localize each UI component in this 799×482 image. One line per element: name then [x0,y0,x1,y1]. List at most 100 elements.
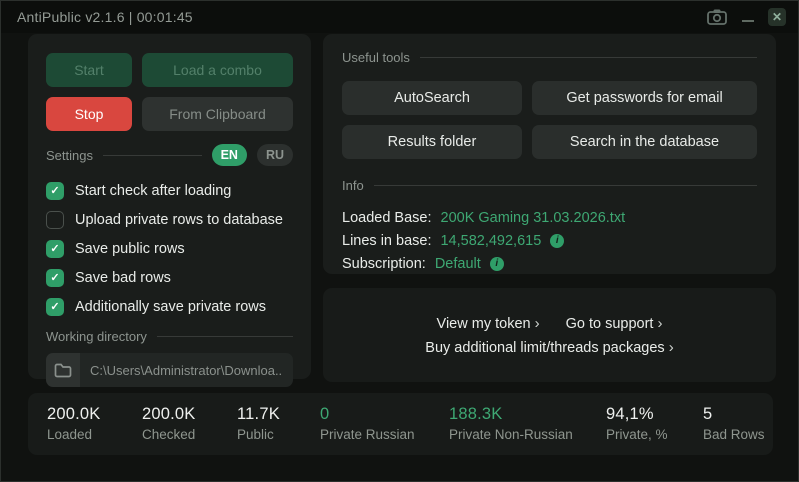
stat-label: Checked [142,427,196,442]
stats-bar: 200.0K Loaded 200.0K Checked 11.7K Publi… [28,393,773,455]
working-directory-header: Working directory [46,329,293,344]
checkbox-label: Additionally save private rows [75,299,267,315]
stat-value: 188.3K [449,405,503,423]
working-directory-row [46,353,293,387]
check-icon: ✓ [50,300,60,313]
checkbox[interactable]: ✓ [46,298,64,316]
stat-value: 11.7K [237,405,280,423]
search-database-button[interactable]: Search in the database [532,125,757,159]
buy-packages-link[interactable]: Buy additional limit/threads packages › [425,339,673,356]
divider [419,57,757,58]
stat-public: 11.7K Public [237,405,280,442]
autosearch-button[interactable]: AutoSearch [342,81,522,115]
info-label: Info [342,178,364,193]
stat-value: 200.0K [142,405,196,423]
lines-in-base-row: Lines in base: 14,582,492,615 i [342,229,757,252]
start-button[interactable]: Start [46,53,132,87]
divider [373,185,757,186]
view-token-link[interactable]: View my token › [437,315,540,332]
info-icon[interactable]: i [489,256,504,271]
stat-label: Private Russian [320,427,415,442]
close-button[interactable]: ✕ [768,8,786,26]
checkbox[interactable]: ✓ [46,269,64,287]
checkbox[interactable]: ✓ [46,182,64,200]
check-icon: ✓ [50,271,60,284]
loaded-base-row: Loaded Base: 200K Gaming 31.03.2026.txt [342,206,757,229]
app-window: AntiPublic v2.1.6 | 00:01:45 ✕ Start Loa… [0,0,799,482]
stat-checked: 200.0K Checked [142,405,196,442]
checkbox-additionally-save-private-rows[interactable]: ✓ Additionally save private rows [46,298,293,316]
settings-checkbox-list: ✓ Start check after loading ✓ Upload pri… [46,182,293,316]
results-folder-button[interactable]: Results folder [342,125,522,159]
useful-tools-header: Useful tools [342,50,757,65]
browse-folder-button[interactable] [46,353,80,387]
from-clipboard-button[interactable]: From Clipboard [142,97,293,131]
checkbox-start-check-after-loading[interactable]: ✓ Start check after loading [46,182,293,200]
divider [156,336,293,337]
links-row-bottom: Buy additional limit/threads packages › [425,339,673,356]
checkbox-label: Save bad rows [75,270,171,286]
get-passwords-button[interactable]: Get passwords for email [532,81,757,115]
check-icon: ✓ [50,242,60,255]
subscription-row: Subscription: Default i [342,252,757,275]
stat-value: 0 [320,405,330,423]
minimize-button[interactable] [741,10,755,24]
working-directory-label: Working directory [46,329,147,344]
checkbox-save-bad-rows[interactable]: ✓ Save bad rows [46,269,293,287]
close-icon: ✕ [771,10,783,24]
chevron-right-icon: › [668,338,674,356]
checkbox[interactable]: ✓ [46,211,64,229]
links-panel: View my token › Go to support › Buy additi… [323,288,776,382]
working-directory-input[interactable] [80,353,293,387]
chevron-right-icon: › [657,314,663,332]
info-header: Info [342,178,757,193]
divider [102,154,202,156]
stat-value: 200.0K [47,405,101,423]
checkbox-save-public-rows[interactable]: ✓ Save public rows [46,240,293,258]
support-link[interactable]: Go to support › [566,315,663,332]
links-row-top: View my token › Go to support › [437,315,663,332]
stat-private-non-russian: 188.3K Private Non-Russian [449,405,573,442]
titlebar: AntiPublic v2.1.6 | 00:01:45 ✕ [1,1,798,33]
folder-icon [54,363,72,377]
stat-private-percent: 94,1% Private, % [606,405,668,442]
loaded-base-value: 200K Gaming 31.03.2026.txt [440,209,626,226]
stat-loaded: 200.0K Loaded [47,405,101,442]
stat-label: Private Non-Russian [449,427,573,442]
stat-value: 5 [703,405,713,423]
settings-header: Settings EN RU [46,144,293,166]
load-combo-button[interactable]: Load a combo [142,53,293,87]
subscription-label: Subscription: [342,255,426,272]
loaded-base-label: Loaded Base: [342,209,432,226]
window-title: AntiPublic v2.1.6 | 00:01:45 [17,9,193,25]
tools-grid: AutoSearch Get passwords for email Resul… [342,81,757,159]
lines-in-base-value: 14,582,492,615 [440,232,542,249]
screenshot-button[interactable] [706,8,728,26]
checkbox-label: Start check after loading [75,183,232,199]
chevron-right-icon: › [534,314,540,332]
stop-button[interactable]: Stop [46,97,132,131]
checkbox-upload-private-rows[interactable]: ✓ Upload private rows to database [46,211,293,229]
checkbox-label: Upload private rows to database [75,212,283,228]
checkbox-label: Save public rows [75,241,185,257]
language-en-button[interactable]: EN [211,144,247,166]
language-ru-button[interactable]: RU [256,144,293,166]
tools-info-panel: Useful tools AutoSearch Get passwords fo… [323,34,776,274]
settings-label: Settings [46,147,93,163]
titlebar-controls: ✕ [706,8,786,26]
stat-private-russian: 0 Private Russian [320,405,415,442]
info-rows: Loaded Base: 200K Gaming 31.03.2026.txt … [342,206,757,275]
info-icon[interactable]: i [550,233,565,248]
stat-label: Public [237,427,274,442]
lines-in-base-label: Lines in base: [342,232,432,249]
check-icon: ✓ [50,184,60,197]
subscription-value: Default [434,255,481,272]
stat-bad-rows: 5 Bad Rows [703,405,765,442]
stat-label: Bad Rows [703,427,765,442]
stat-label: Loaded [47,427,93,442]
control-panel: Start Load a combo Stop From Clipboard S… [28,34,311,387]
stat-label: Private, % [606,427,668,442]
checkbox[interactable]: ✓ [46,240,64,258]
useful-tools-label: Useful tools [342,50,410,65]
camera-icon [707,9,727,25]
